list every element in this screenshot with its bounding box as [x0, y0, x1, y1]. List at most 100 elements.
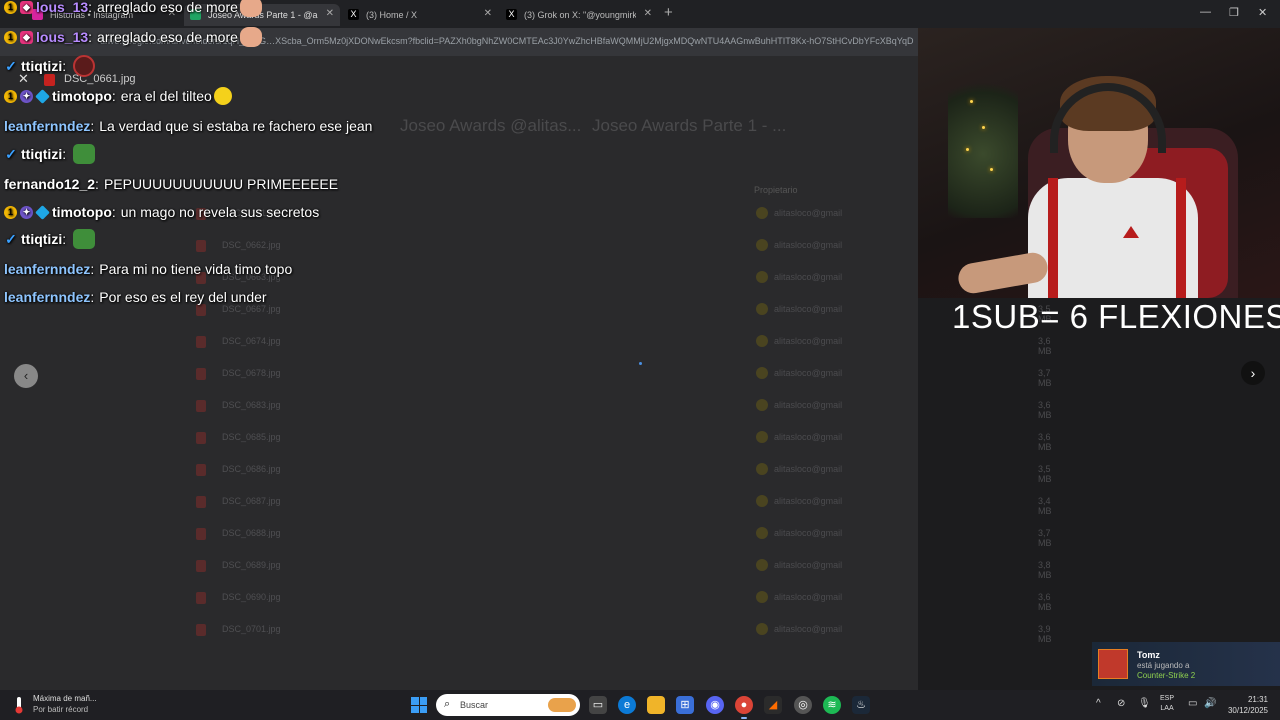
loading-spinner [639, 362, 642, 365]
file-owner: alitasloco@gmail [774, 528, 843, 538]
file-name: DSC_0690.jpg [222, 592, 281, 602]
chat-text: Para mi no tiene vida timo topo [99, 261, 293, 277]
steam-notification[interactable]: Tomz está jugando a Counter-Strike 2 [1092, 642, 1280, 686]
sub-badge-icon: 1 [4, 205, 17, 219]
chat-username[interactable]: timotopo [52, 204, 112, 220]
frog-emote-icon [73, 144, 96, 164]
file-row[interactable]: DSC_0683.jpg alitasloco@gmail 3,6 MB [196, 396, 1052, 420]
volume-icon[interactable]: 🔊 [1204, 698, 1216, 709]
chat-username[interactable]: ttiqtizi [21, 146, 62, 162]
chat-username[interactable]: lous_13 [36, 29, 88, 45]
clock-time: 21:31 [1247, 695, 1268, 704]
obs-icon[interactable]: ◎ [794, 696, 812, 714]
close-icon[interactable]: ✕ [484, 8, 492, 19]
chat-username[interactable]: ttiqtizi [21, 58, 62, 74]
file-name: DSC_0686.jpg [222, 464, 281, 474]
close-icon[interactable]: ✕ [326, 8, 334, 19]
store-icon[interactable]: ⊞ [676, 696, 694, 714]
file-owner: alitasloco@gmail [774, 624, 843, 634]
network-off-icon[interactable]: ⊘ [1117, 698, 1125, 709]
previous-arrow-icon[interactable]: ‹ [14, 364, 38, 388]
weather-title[interactable]: Máxima de mañ... [33, 694, 97, 703]
steam-icon[interactable]: ♨ [852, 696, 870, 714]
tab-label: (3) Grok on X: "@youngmirko3 [524, 10, 636, 20]
file-row[interactable]: DSC_0663.jpg alitasloco@gmail [196, 268, 916, 288]
chat-separator: : [62, 231, 67, 247]
microphone-icon[interactable]: 🎙 [1138, 698, 1151, 709]
chat-username[interactable]: fernando12_2 [4, 176, 95, 192]
chat-username[interactable]: lous_13 [36, 0, 88, 15]
chat-message: leanfernndez: La verdad que si estaba re … [4, 114, 372, 138]
tree-light [982, 126, 985, 129]
file-row[interactable]: DSC_0686.jpg alitasloco@gmail 3,5 MB [196, 460, 1052, 484]
file-size: 3,9 MB [1038, 624, 1052, 644]
chat-message: 1 ✦ timotopo: un mago no revela sus secreto… [4, 200, 319, 224]
vip-badge-icon: ◆ [20, 30, 33, 44]
chat-username[interactable]: leanfernndez [4, 289, 90, 305]
discord-icon[interactable]: ◉ [706, 696, 724, 714]
file-row[interactable]: DSC_0685.jpg alitasloco@gmail 3,6 MB [196, 428, 1052, 452]
tab-grok[interactable]: X (3) Grok on X: "@youngmirko3 ✕ [500, 4, 658, 26]
language-indicator[interactable]: ESP LAA [1160, 694, 1174, 714]
display-icon[interactable]: ▭ [1188, 698, 1197, 709]
file-row[interactable]: DSC_0689.jpg alitasloco@gmail 3,8 MB [196, 556, 1052, 580]
clock[interactable]: 21:31 30/12/2025 [1226, 694, 1268, 716]
tab-x-home[interactable]: X (3) Home / X ✕ [342, 4, 498, 26]
file-row[interactable]: DSC_0701.jpg alitasloco@gmail 3,9 MB [196, 620, 1052, 644]
task-view-icon[interactable]: ▭ [589, 696, 607, 714]
taskbar-search[interactable]: ⌕ Buscar [436, 694, 580, 716]
chat-separator: : [90, 289, 95, 305]
file-row[interactable]: DSC_0662.jpg alitasloco@gmail [196, 236, 916, 256]
image-file-icon [196, 624, 206, 636]
thermometer-icon[interactable] [12, 695, 26, 715]
avatar [756, 623, 768, 635]
file-explorer-icon[interactable] [647, 696, 665, 714]
chat-message: 1 ◆ lous_13: arreglado eso de more [4, 0, 262, 19]
chat-username[interactable]: timotopo [52, 88, 112, 104]
edge-icon[interactable]: e [618, 696, 636, 714]
weather-subtitle[interactable]: Por batir récord [33, 705, 88, 714]
chat-username[interactable]: leanfernndez [4, 118, 90, 134]
file-name: DSC_0689.jpg [222, 560, 281, 570]
chat-username[interactable]: leanfernndez [4, 261, 90, 277]
file-owner: alitasloco@gmail [774, 368, 843, 378]
file-owner: alitasloco@gmail [774, 400, 843, 410]
avatar [756, 431, 768, 443]
language-code: ESP [1160, 695, 1175, 702]
file-row[interactable]: DSC_0687.jpg alitasloco@gmail 3,4 MB [196, 492, 1052, 516]
image-file-icon [196, 560, 206, 572]
file-row[interactable]: DSC_0667.jpg alitasloco@gmail 3,5 MB [196, 300, 1052, 324]
chrome-icon[interactable]: ● [735, 696, 753, 719]
file-row[interactable]: DSC_0690.jpg alitasloco@gmail 3,6 MB [196, 588, 1052, 612]
folder-parent[interactable]: Joseo Awards @alitas... [400, 116, 581, 136]
chevron-up-icon[interactable]: ^ [1096, 698, 1101, 709]
streaming-app-icon[interactable]: ◢ [764, 696, 782, 714]
close-window-icon[interactable]: ✕ [1258, 6, 1267, 19]
shirt-stripe [1176, 178, 1186, 298]
minimize-icon[interactable]: — [1200, 6, 1211, 18]
mod-badge-icon: ✓ [5, 57, 17, 74]
chat-username[interactable]: ttiqtizi [21, 231, 62, 247]
restore-icon[interactable]: ❐ [1229, 6, 1239, 19]
file-owner: alitasloco@gmail [774, 304, 843, 314]
file-size: 3,6 MB [1038, 400, 1052, 420]
windows-start-icon[interactable] [411, 697, 427, 713]
image-file-icon [196, 240, 206, 252]
new-tab-button[interactable]: + [664, 4, 673, 21]
keyboard-layout: LAA [1160, 705, 1174, 712]
folder-title[interactable]: Joseo Awards Parte 1 - ... [592, 116, 786, 136]
avatar [756, 399, 768, 411]
tree-light [966, 148, 969, 151]
sub-badge-icon: 1 [4, 0, 17, 14]
file-size: 3,7 MB [1038, 368, 1052, 388]
avatar [756, 335, 768, 347]
image-file-icon [196, 432, 206, 444]
file-row[interactable]: DSC_0688.jpg alitasloco@gmail 3,7 MB [196, 524, 1052, 548]
file-row[interactable]: DSC_0674.jpg alitasloco@gmail 3,6 MB [196, 332, 1052, 356]
close-icon[interactable]: ✕ [644, 8, 652, 19]
next-arrow-icon[interactable]: › [1241, 361, 1265, 385]
spotify-icon[interactable]: ≋ [823, 696, 841, 714]
file-size: 3,5 MB [1038, 464, 1052, 484]
file-row[interactable]: DSC_0678.jpg alitasloco@gmail 3,7 MB [196, 364, 1052, 388]
avatar [756, 207, 768, 219]
